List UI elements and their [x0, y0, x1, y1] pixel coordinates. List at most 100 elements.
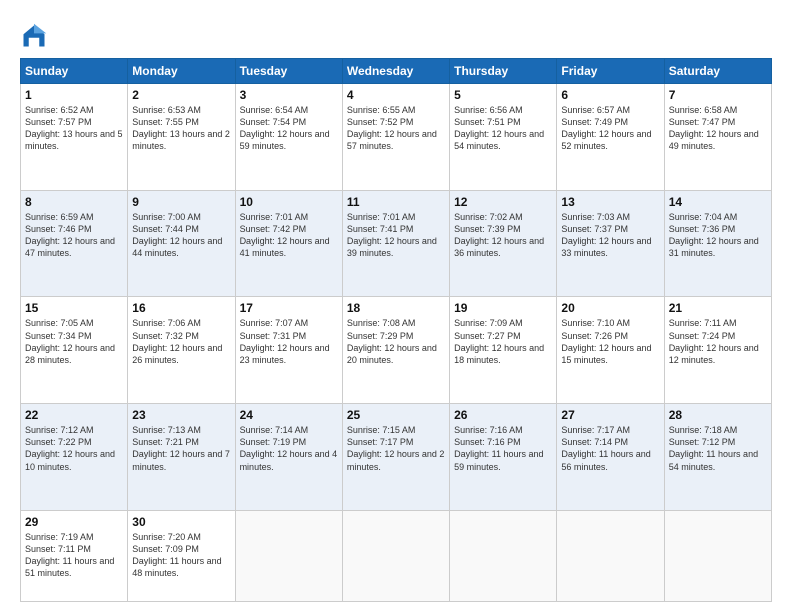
day-number: 19 — [454, 301, 552, 315]
day-number: 23 — [132, 408, 230, 422]
logo — [20, 18, 54, 50]
day-info: Sunrise: 7:15 AMSunset: 7:17 PMDaylight:… — [347, 424, 445, 473]
calendar-cell: 9 Sunrise: 7:00 AMSunset: 7:44 PMDaylight… — [128, 190, 235, 297]
calendar-cell: 11 Sunrise: 7:01 AMSunset: 7:41 PMDayligh… — [342, 190, 449, 297]
day-info: Sunrise: 7:00 AMSunset: 7:44 PMDaylight:… — [132, 211, 230, 260]
page: SundayMondayTuesdayWednesdayThursdayFrid… — [0, 0, 792, 612]
calendar-cell: 15 Sunrise: 7:05 AMSunset: 7:34 PMDayligh… — [21, 297, 128, 404]
calendar-week-3: 15 Sunrise: 7:05 AMSunset: 7:34 PMDayligh… — [21, 297, 772, 404]
day-number: 5 — [454, 88, 552, 102]
day-info: Sunrise: 6:58 AMSunset: 7:47 PMDaylight:… — [669, 104, 767, 153]
day-number: 10 — [240, 195, 338, 209]
calendar-cell — [342, 510, 449, 601]
day-info: Sunrise: 7:10 AMSunset: 7:26 PMDaylight:… — [561, 317, 659, 366]
calendar-cell: 21 Sunrise: 7:11 AMSunset: 7:24 PMDayligh… — [664, 297, 771, 404]
day-info: Sunrise: 7:09 AMSunset: 7:27 PMDaylight:… — [454, 317, 552, 366]
day-number: 29 — [25, 515, 123, 529]
day-number: 18 — [347, 301, 445, 315]
calendar-cell: 26 Sunrise: 7:16 AMSunset: 7:16 PMDayligh… — [450, 404, 557, 511]
day-number: 2 — [132, 88, 230, 102]
day-info: Sunrise: 6:55 AMSunset: 7:52 PMDaylight:… — [347, 104, 445, 153]
day-number: 14 — [669, 195, 767, 209]
day-info: Sunrise: 6:57 AMSunset: 7:49 PMDaylight:… — [561, 104, 659, 153]
day-number: 8 — [25, 195, 123, 209]
day-header-saturday: Saturday — [664, 59, 771, 84]
day-number: 22 — [25, 408, 123, 422]
logo-icon — [20, 22, 48, 50]
calendar-week-4: 22 Sunrise: 7:12 AMSunset: 7:22 PMDayligh… — [21, 404, 772, 511]
calendar-cell: 29 Sunrise: 7:19 AMSunset: 7:11 PMDayligh… — [21, 510, 128, 601]
day-info: Sunrise: 6:59 AMSunset: 7:46 PMDaylight:… — [25, 211, 123, 260]
calendar-cell: 4 Sunrise: 6:55 AMSunset: 7:52 PMDaylight… — [342, 84, 449, 191]
calendar-week-2: 8 Sunrise: 6:59 AMSunset: 7:46 PMDaylight… — [21, 190, 772, 297]
day-number: 28 — [669, 408, 767, 422]
day-info: Sunrise: 7:01 AMSunset: 7:42 PMDaylight:… — [240, 211, 338, 260]
calendar-body: 1Sunrise: 6:52 AMSunset: 7:57 PMDaylight… — [21, 84, 772, 602]
day-number: 16 — [132, 301, 230, 315]
day-info: Sunrise: 7:20 AMSunset: 7:09 PMDaylight:… — [132, 531, 230, 580]
day-info: Sunrise: 7:02 AMSunset: 7:39 PMDaylight:… — [454, 211, 552, 260]
day-number: 30 — [132, 515, 230, 529]
header — [20, 18, 772, 50]
calendar-cell: 1Sunrise: 6:52 AMSunset: 7:57 PMDaylight… — [21, 84, 128, 191]
day-info: Sunrise: 7:16 AMSunset: 7:16 PMDaylight:… — [454, 424, 552, 473]
day-number: 13 — [561, 195, 659, 209]
day-info: Sunrise: 7:04 AMSunset: 7:36 PMDaylight:… — [669, 211, 767, 260]
calendar-cell: 7 Sunrise: 6:58 AMSunset: 7:47 PMDaylight… — [664, 84, 771, 191]
day-info: Sunrise: 6:53 AMSunset: 7:55 PMDaylight:… — [132, 104, 230, 153]
calendar-cell — [235, 510, 342, 601]
day-info: Sunrise: 7:01 AMSunset: 7:41 PMDaylight:… — [347, 211, 445, 260]
day-header-friday: Friday — [557, 59, 664, 84]
calendar-cell: 22 Sunrise: 7:12 AMSunset: 7:22 PMDayligh… — [21, 404, 128, 511]
calendar-cell: 18 Sunrise: 7:08 AMSunset: 7:29 PMDayligh… — [342, 297, 449, 404]
day-info: Sunrise: 7:05 AMSunset: 7:34 PMDaylight:… — [25, 317, 123, 366]
calendar-cell — [450, 510, 557, 601]
day-info: Sunrise: 7:18 AMSunset: 7:12 PMDaylight:… — [669, 424, 767, 473]
day-info: Sunrise: 7:13 AMSunset: 7:21 PMDaylight:… — [132, 424, 230, 473]
calendar-cell: 27 Sunrise: 7:17 AMSunset: 7:14 PMDayligh… — [557, 404, 664, 511]
calendar-cell: 17 Sunrise: 7:07 AMSunset: 7:31 PMDayligh… — [235, 297, 342, 404]
calendar-cell: 8 Sunrise: 6:59 AMSunset: 7:46 PMDaylight… — [21, 190, 128, 297]
day-info: Sunrise: 7:08 AMSunset: 7:29 PMDaylight:… — [347, 317, 445, 366]
calendar-cell: 23 Sunrise: 7:13 AMSunset: 7:21 PMDayligh… — [128, 404, 235, 511]
day-info: Sunrise: 7:19 AMSunset: 7:11 PMDaylight:… — [25, 531, 123, 580]
day-number: 15 — [25, 301, 123, 315]
day-info: Sunrise: 7:07 AMSunset: 7:31 PMDaylight:… — [240, 317, 338, 366]
day-number: 12 — [454, 195, 552, 209]
calendar-cell: 24 Sunrise: 7:14 AMSunset: 7:19 PMDayligh… — [235, 404, 342, 511]
calendar-cell: 19 Sunrise: 7:09 AMSunset: 7:27 PMDayligh… — [450, 297, 557, 404]
day-header-wednesday: Wednesday — [342, 59, 449, 84]
calendar-cell: 2 Sunrise: 6:53 AMSunset: 7:55 PMDaylight… — [128, 84, 235, 191]
day-number: 17 — [240, 301, 338, 315]
day-number: 4 — [347, 88, 445, 102]
calendar-cell: 13 Sunrise: 7:03 AMSunset: 7:37 PMDayligh… — [557, 190, 664, 297]
calendar-cell: 12 Sunrise: 7:02 AMSunset: 7:39 PMDayligh… — [450, 190, 557, 297]
day-number: 20 — [561, 301, 659, 315]
day-number: 24 — [240, 408, 338, 422]
day-info: Sunrise: 7:14 AMSunset: 7:19 PMDaylight:… — [240, 424, 338, 473]
calendar-cell: 28 Sunrise: 7:18 AMSunset: 7:12 PMDayligh… — [664, 404, 771, 511]
day-number: 11 — [347, 195, 445, 209]
day-number: 7 — [669, 88, 767, 102]
calendar-table: SundayMondayTuesdayWednesdayThursdayFrid… — [20, 58, 772, 602]
day-info: Sunrise: 6:54 AMSunset: 7:54 PMDaylight:… — [240, 104, 338, 153]
day-number: 26 — [454, 408, 552, 422]
calendar-cell: 30 Sunrise: 7:20 AMSunset: 7:09 PMDayligh… — [128, 510, 235, 601]
day-number: 9 — [132, 195, 230, 209]
calendar-cell: 5 Sunrise: 6:56 AMSunset: 7:51 PMDaylight… — [450, 84, 557, 191]
calendar-week-1: 1Sunrise: 6:52 AMSunset: 7:57 PMDaylight… — [21, 84, 772, 191]
calendar-cell — [557, 510, 664, 601]
day-info: Sunrise: 7:03 AMSunset: 7:37 PMDaylight:… — [561, 211, 659, 260]
day-number: 27 — [561, 408, 659, 422]
day-info: Sunrise: 7:06 AMSunset: 7:32 PMDaylight:… — [132, 317, 230, 366]
calendar-cell: 16 Sunrise: 7:06 AMSunset: 7:32 PMDayligh… — [128, 297, 235, 404]
day-header-monday: Monday — [128, 59, 235, 84]
day-header-sunday: Sunday — [21, 59, 128, 84]
day-number: 21 — [669, 301, 767, 315]
day-info: Sunrise: 7:12 AMSunset: 7:22 PMDaylight:… — [25, 424, 123, 473]
day-info: Sunrise: 7:11 AMSunset: 7:24 PMDaylight:… — [669, 317, 767, 366]
day-header-thursday: Thursday — [450, 59, 557, 84]
day-info: Sunrise: 7:17 AMSunset: 7:14 PMDaylight:… — [561, 424, 659, 473]
day-info: Sunrise: 6:56 AMSunset: 7:51 PMDaylight:… — [454, 104, 552, 153]
day-number: 25 — [347, 408, 445, 422]
